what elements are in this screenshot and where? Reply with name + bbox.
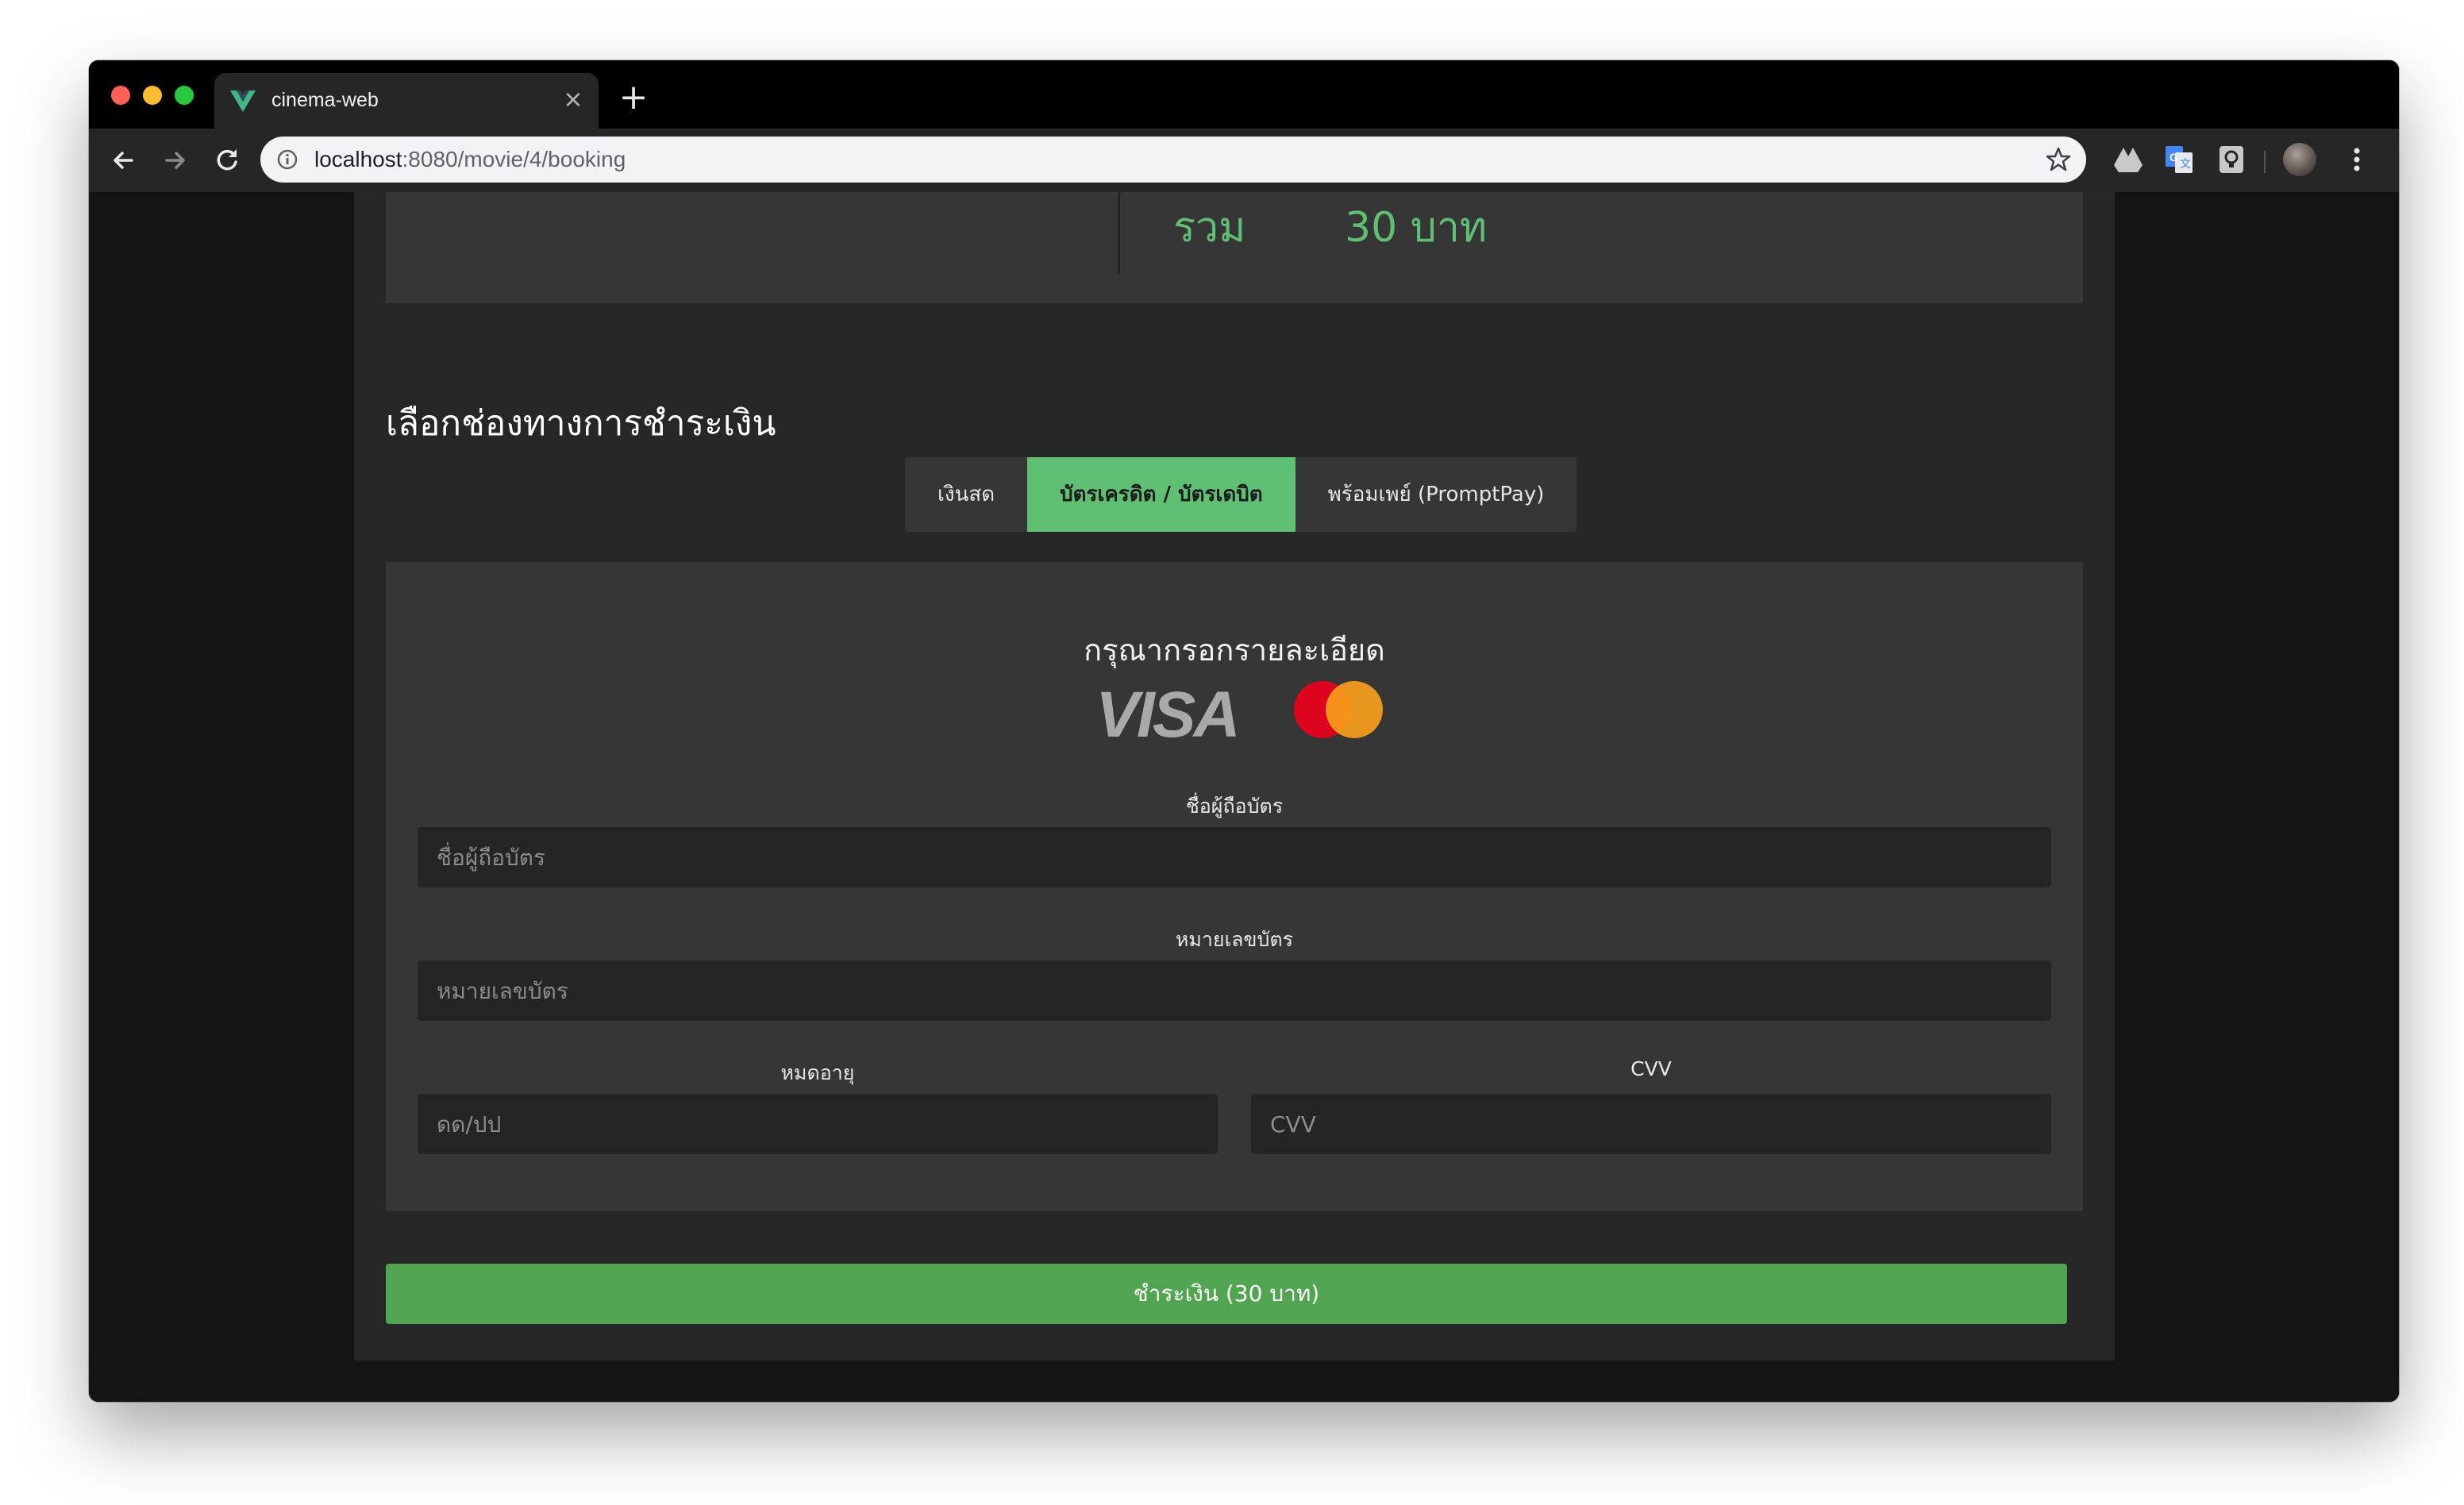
expiry-input[interactable] xyxy=(418,1094,1218,1154)
tab-strip: cinema-web × + xyxy=(89,60,2399,129)
visa-logo: VISA xyxy=(1095,679,1240,748)
total-value: 30 บาท xyxy=(1345,204,1488,252)
booking-content: รวม 30 บาท เลือกช่องทางการชำระเงิน เงินส… xyxy=(354,192,2115,1361)
order-summary: รวม 30 บาท xyxy=(386,192,2083,303)
url-path: :8080/movie/4/booking xyxy=(402,147,626,171)
plus-icon[interactable]: + xyxy=(616,80,651,116)
cvv-input[interactable] xyxy=(1251,1094,2051,1154)
tab-cash[interactable]: เงินสด xyxy=(905,457,1027,532)
tab-promptpay[interactable]: พร้อมเพย์ (PromptPay) xyxy=(1296,457,1577,532)
summary-divider xyxy=(1118,192,1120,273)
vue-favicon-icon xyxy=(230,90,256,112)
kebab-menu-icon[interactable] xyxy=(2340,143,2374,176)
maximize-window-button[interactable] xyxy=(175,86,194,105)
cvv-label: CVV xyxy=(1630,1057,1672,1080)
browser-window: cinema-web × + localhost:8080/movie/4/bo… xyxy=(89,60,2399,1402)
address-bar[interactable]: localhost:8080/movie/4/booking xyxy=(260,137,2086,183)
pay-button[interactable]: ชำระเงิน (30 บาท) xyxy=(386,1264,2067,1324)
toolbar-divider xyxy=(2264,151,2266,173)
translate-icon[interactable]: G 文 xyxy=(2162,143,2196,176)
payment-method-tabs: เงินสด บัตรเครดิต / บัตรเดบิต พร้อมเพย์ … xyxy=(905,457,1577,532)
star-icon[interactable] xyxy=(2045,146,2072,173)
expiry-label: หมดอายุ xyxy=(780,1061,855,1084)
card-form-title: กรุณากรอกรายละเอียด xyxy=(1084,633,1385,668)
minimize-window-button[interactable] xyxy=(143,86,162,105)
card-holder-input[interactable] xyxy=(418,827,2051,887)
tab-title: cinema-web xyxy=(271,89,379,111)
card-holder-label: ชื่อผู้ถือบัตร xyxy=(1185,795,1284,818)
close-window-button[interactable] xyxy=(111,86,130,105)
svg-text:文: 文 xyxy=(2180,157,2191,170)
close-icon[interactable]: × xyxy=(559,86,587,114)
payment-section-title: เลือกช่องทางการชำระเงิน xyxy=(386,403,776,444)
arrow-right-icon[interactable] xyxy=(157,143,192,178)
reload-icon[interactable] xyxy=(210,143,244,178)
arrow-left-icon[interactable] xyxy=(106,143,141,178)
card-details-panel: กรุณากรอกรายละเอียด VISA ชื่อผู้ถือบัตร … xyxy=(386,562,2083,1211)
browser-tab[interactable]: cinema-web × xyxy=(214,73,599,129)
drive-icon[interactable] xyxy=(2112,143,2145,176)
page-viewport: รวม 30 บาท เลือกช่องทางการชำระเงิน เงินส… xyxy=(89,192,2399,1402)
svg-text:G: G xyxy=(2169,151,2178,164)
browser-toolbar: localhost:8080/movie/4/booking G 文 xyxy=(89,129,2399,192)
url-text: localhost:8080/movie/4/booking xyxy=(314,147,626,172)
info-icon[interactable] xyxy=(276,148,298,171)
url-host: localhost xyxy=(314,147,402,171)
keep-icon[interactable] xyxy=(2215,143,2248,176)
total-label: รวม xyxy=(1173,204,1246,252)
mastercard-logo xyxy=(1294,681,1383,738)
svg-text:VISA: VISA xyxy=(1095,679,1238,748)
card-number-input[interactable] xyxy=(418,960,2051,1021)
avatar[interactable] xyxy=(2283,143,2316,176)
tab-credit-debit-card[interactable]: บัตรเครดิต / บัตรเดบิต xyxy=(1027,457,1296,532)
card-number-label: หมายเลขบัตร xyxy=(1175,928,1294,951)
